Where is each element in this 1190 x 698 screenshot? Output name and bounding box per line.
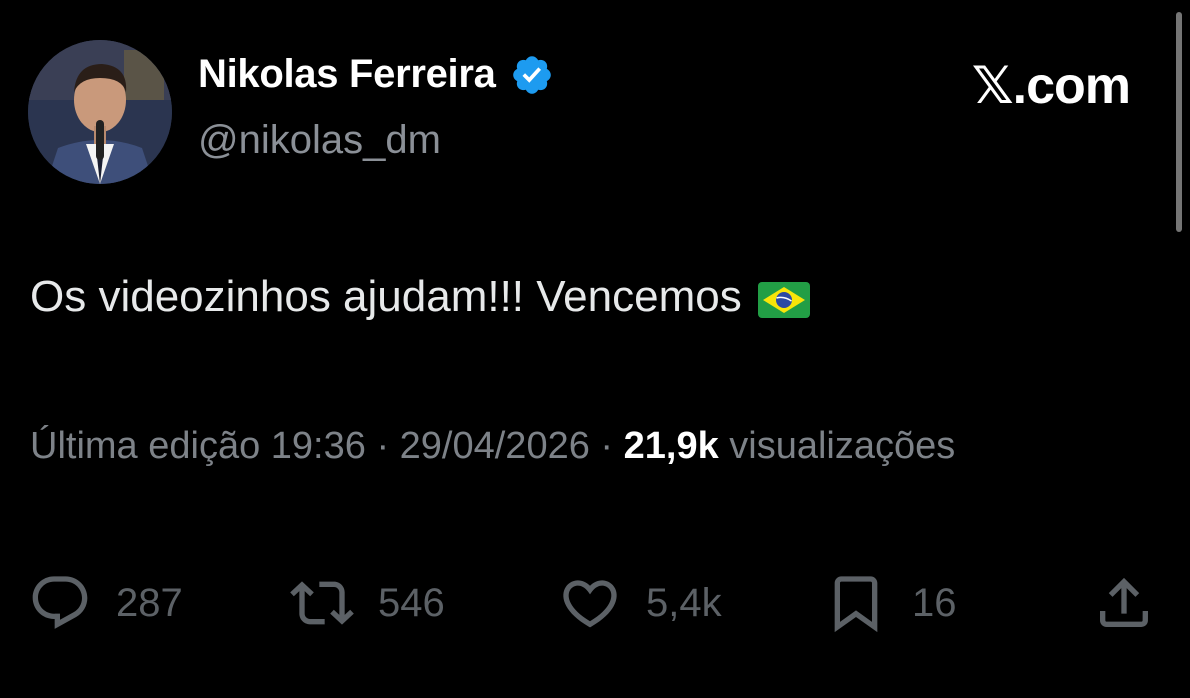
profile-photo-icon [28, 40, 172, 184]
tweet-date[interactable]: 29/04/2026 [400, 425, 590, 467]
meta-separator: · [376, 425, 390, 467]
author-handle[interactable]: @nikolas_dm [198, 118, 441, 163]
tweet-text: Os videozinhos ajudam!!! Vencemos [30, 272, 742, 321]
bookmark-count: 16 [912, 580, 957, 625]
views-count: 21,9k [623, 425, 719, 467]
x-logo: 𝕏.com [971, 57, 1131, 115]
repost-button[interactable]: 546 [290, 568, 445, 638]
repost-icon [290, 581, 354, 625]
reply-button[interactable]: 287 [28, 568, 183, 638]
heart-icon [563, 580, 617, 628]
share-icon [1100, 577, 1148, 627]
tweet-body: Os videozinhos ajudam!!! Vencemos [30, 272, 810, 322]
bookmark-button[interactable]: 16 [824, 568, 957, 638]
action-bar: 287 546 5,4k 16 [28, 568, 1158, 638]
reply-icon [32, 576, 88, 629]
scrollbar[interactable] [1176, 12, 1182, 232]
edited-label[interactable]: Última edição [30, 425, 260, 467]
bookmark-icon [834, 576, 878, 633]
brazil-flag-icon [757, 279, 810, 318]
tweet-meta: Última edição 19:36 · 29/04/2026 · 21,9k… [30, 418, 970, 474]
repost-count: 546 [378, 580, 445, 625]
share-button[interactable] [1092, 568, 1156, 638]
author-row: Nikolas Ferreira [198, 52, 554, 97]
verified-badge-icon [510, 53, 554, 97]
tweet-time[interactable]: 19:36 [271, 425, 366, 467]
views-label: visualizações [729, 425, 956, 467]
reply-count: 287 [116, 580, 183, 625]
like-button[interactable]: 5,4k [558, 568, 722, 638]
like-count: 5,4k [646, 580, 722, 625]
author-name[interactable]: Nikolas Ferreira [198, 52, 496, 97]
avatar[interactable] [28, 40, 172, 184]
meta-separator: · [600, 425, 614, 467]
